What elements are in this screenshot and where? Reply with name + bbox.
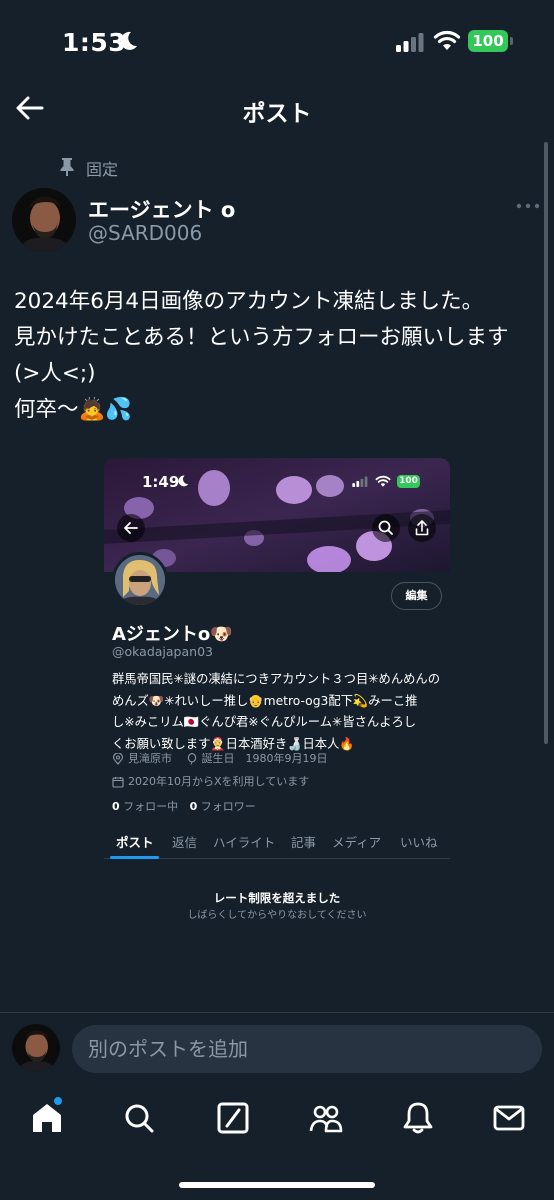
embedded-profile-name: Aジェントo🐶 [112, 624, 233, 645]
bio-line: し※みこリム🇯🇵ぐんぴ君※ぐんぴルーム✳︎皆さんよろし [112, 715, 417, 729]
author-avatar[interactable] [12, 188, 76, 252]
author-name[interactable]: エージェント o [88, 194, 235, 224]
cellular-signal-icon [396, 33, 424, 52]
embedded-search-button [372, 514, 400, 542]
cellular-signal-icon [352, 476, 368, 487]
calendar-icon [112, 777, 124, 788]
moon-icon [120, 31, 137, 50]
tab-media: メディア [332, 835, 382, 850]
battery-cap [510, 37, 513, 45]
joined-text: 2020年10月からXを利用しています [128, 775, 310, 788]
following-label: フォロー中 [119, 800, 179, 813]
home-indicator [179, 1182, 375, 1188]
embedded-banner: 1:49 100 [104, 458, 450, 572]
back-arrow-icon [124, 522, 138, 534]
rate-limit-subtitle: しばらくしてからやりなおしてください [187, 910, 367, 921]
location-text: 見滝原市 [128, 752, 172, 765]
battery-indicator: 100 [468, 30, 508, 52]
embedded-share-button [408, 514, 436, 542]
tab-replies: 返信 [172, 835, 198, 850]
search-icon [378, 520, 393, 535]
post-text-line: 見かけたことある！という方フォローお願いします [14, 325, 509, 350]
status-bar: 1:53 100 [0, 0, 554, 86]
moon-icon [178, 475, 189, 487]
status-time: 1:53 [62, 28, 127, 57]
embedded-follow-stats: 0 フォロー中 0 フォロワー [112, 798, 256, 814]
notifications-icon[interactable] [400, 1100, 436, 1136]
post-text: 2024年6月4日画像のアカウント凍結しました。 見かけたことある！という方フォ… [14, 284, 544, 428]
reply-input[interactable] [72, 1025, 542, 1073]
page-title: ポスト [242, 101, 312, 127]
edit-profile-button: 編集 [391, 582, 442, 610]
communities-icon[interactable] [308, 1100, 344, 1136]
messages-icon[interactable] [491, 1100, 527, 1136]
tab-likes: いいね [400, 835, 438, 850]
balloon-icon [187, 753, 196, 765]
user-avatar[interactable] [12, 1024, 60, 1072]
search-icon[interactable] [121, 1100, 157, 1136]
wifi-icon [433, 30, 461, 50]
bio-line: めんズ🐶✳︎れいしー推し👴metro-og3配下💫みーこ推 [112, 693, 418, 708]
post-text-line: 何卒〜🙇💦 [14, 397, 133, 422]
share-icon [415, 520, 429, 536]
author-handle[interactable]: @SARD006 [88, 221, 202, 245]
followers-label: フォロワー [197, 800, 256, 813]
embedded-back-button [117, 514, 145, 542]
birthday-text: 誕生日 1980年9月19日 [201, 752, 328, 765]
embedded-profile-meta: 見滝原市 誕生日 1980年9月19日 [112, 750, 328, 768]
location-icon [112, 753, 124, 765]
embedded-profile-joined: 2020年10月からXを利用しています [112, 773, 309, 791]
bio-line: 群馬帝国民✳︎謎の凍結につきアカウント３つ目✳︎めんめんの [112, 672, 441, 686]
tab-posts: ポスト [116, 835, 154, 850]
rate-limit-title: レート制限を超えました [213, 891, 341, 905]
wifi-icon [375, 475, 391, 487]
attached-image[interactable]: 1:49 100 編集 Aジェントo🐶 @okadajapan03 群馬帝国民✳… [104, 458, 450, 928]
embedded-profile-bio: 群馬帝国民✳︎謎の凍結につきアカウント３つ目✳︎めんめんの めんズ🐶✳︎れいしー… [112, 669, 447, 755]
active-tab-indicator [110, 856, 159, 859]
post-text-line: 2024年6月4日画像のアカウント凍結しました。 [14, 289, 484, 314]
top-header: ポスト [0, 86, 554, 132]
pin-icon [60, 158, 74, 176]
grok-icon[interactable] [215, 1100, 251, 1136]
tab-highlights: ハイライト [213, 835, 276, 850]
embedded-battery: 100 [397, 475, 420, 488]
post-text-line: (>人<;) [14, 361, 96, 386]
embedded-profile-avatar [112, 552, 168, 608]
scrollbar[interactable] [544, 142, 548, 744]
following-count: 0 [112, 800, 120, 813]
pinned-label: 固定 [86, 160, 119, 179]
tab-articles: 記事 [291, 835, 317, 850]
notification-dot [53, 1096, 63, 1106]
embedded-profile-handle: @okadajapan03 [112, 644, 213, 659]
more-options-icon[interactable] [515, 200, 541, 212]
reply-composer [0, 1012, 554, 1084]
embedded-status-time: 1:49 [142, 473, 180, 491]
bottom-nav [0, 1084, 554, 1200]
embedded-profile-tabs: ポスト 返信 ハイライト 記事 メディア いいね [104, 827, 450, 859]
